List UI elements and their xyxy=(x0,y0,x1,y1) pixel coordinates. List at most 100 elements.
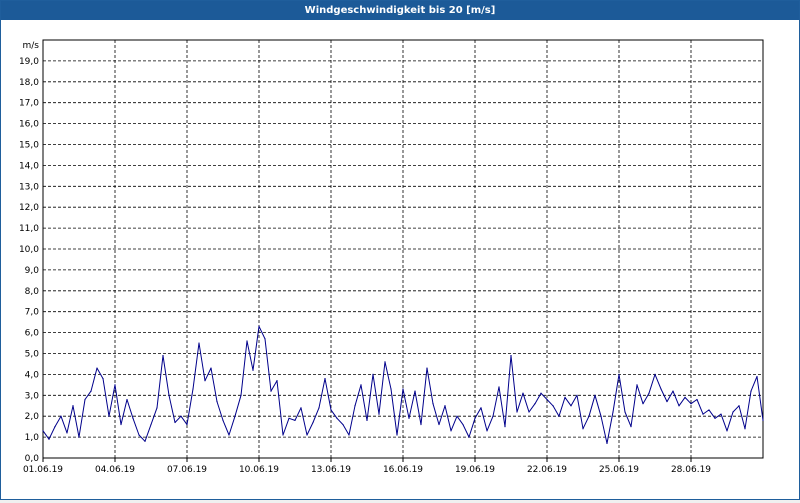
data-point xyxy=(498,386,500,388)
y-tick-label: 15,0 xyxy=(19,141,39,151)
data-point xyxy=(726,430,728,432)
data-point xyxy=(90,390,92,392)
data-point xyxy=(276,380,278,382)
data-point xyxy=(738,405,740,407)
data-point xyxy=(378,413,380,415)
data-point xyxy=(690,403,692,405)
y-tick-label: 8,0 xyxy=(25,287,40,297)
y-tick-label: 13,0 xyxy=(19,182,39,192)
data-point xyxy=(552,405,554,407)
y-tick-label: 5,0 xyxy=(25,350,40,360)
data-point xyxy=(708,409,710,411)
data-point xyxy=(264,338,266,340)
data-point xyxy=(474,417,476,419)
data-point xyxy=(120,423,122,426)
data-point xyxy=(420,423,422,426)
data-point xyxy=(342,423,344,426)
data-point xyxy=(678,405,680,407)
data-point xyxy=(504,426,506,428)
data-point xyxy=(450,430,452,432)
data-point xyxy=(486,430,488,432)
data-point xyxy=(372,373,374,375)
data-point xyxy=(516,411,518,413)
data-point xyxy=(366,419,368,421)
data-point xyxy=(414,390,416,392)
data-point xyxy=(102,377,104,380)
y-tick-label: 1,0 xyxy=(25,433,40,443)
data-point xyxy=(78,436,80,438)
wind-speed-chart: 0,0 1,0 2,0 3,0 4,0 5,0 6,0 7,0 8,0 9,0 10,0 11,0 12… xyxy=(19,39,764,475)
data-point xyxy=(648,392,650,394)
data-point xyxy=(600,415,602,417)
data-point xyxy=(672,390,674,392)
y-tick-label: 19,0 xyxy=(19,57,39,67)
data-point xyxy=(108,415,110,417)
window-title: Windgeschwindigkeit bis 20 [m/s] xyxy=(1,1,799,20)
data-point xyxy=(540,392,542,394)
data-point xyxy=(390,388,392,390)
data-point xyxy=(162,354,164,357)
y-tick-label: 9,0 xyxy=(25,266,40,276)
chart-window: Windgeschwindigkeit bis 20 [m/s] 0,0 1,0 2… xyxy=(0,0,800,500)
data-point xyxy=(288,417,290,419)
x-tick-label: 16.06.19 xyxy=(383,465,423,475)
data-point xyxy=(246,340,248,342)
data-point xyxy=(630,426,632,428)
data-point xyxy=(42,430,44,432)
grid-lines xyxy=(43,39,763,458)
y-tick-label: 18,0 xyxy=(19,78,39,88)
data-point xyxy=(444,405,446,407)
y-tick-label: 4,0 xyxy=(25,370,40,380)
data-point xyxy=(480,407,482,409)
data-point xyxy=(240,394,242,396)
data-point xyxy=(714,417,716,419)
data-point xyxy=(354,405,356,407)
x-tick-label: 04.06.19 xyxy=(95,465,135,475)
data-point xyxy=(156,407,158,409)
x-tick-label: 01.06.19 xyxy=(23,465,63,475)
data-point xyxy=(408,417,410,419)
data-point xyxy=(696,398,698,401)
data-point xyxy=(618,373,620,375)
y-tick-label: 11,0 xyxy=(19,224,39,234)
data-point xyxy=(360,384,362,386)
data-point xyxy=(456,415,458,417)
data-point xyxy=(270,390,272,392)
data-point xyxy=(132,417,134,419)
data-point xyxy=(174,421,176,424)
data-point xyxy=(318,407,320,409)
data-point xyxy=(234,415,236,417)
x-tick-label: 10.06.19 xyxy=(239,465,279,475)
data-point xyxy=(222,419,224,421)
data-point xyxy=(282,434,284,436)
y-tick-label: 7,0 xyxy=(25,308,40,318)
data-point xyxy=(192,388,194,390)
data-point xyxy=(576,394,578,396)
x-tick-label: 22.06.19 xyxy=(527,465,567,475)
data-point xyxy=(438,423,440,426)
data-point xyxy=(660,388,662,390)
data-point xyxy=(402,388,404,390)
y-tick-label: 16,0 xyxy=(19,120,39,130)
data-point xyxy=(654,373,656,375)
y-tick-label: 2,0 xyxy=(25,412,40,422)
data-point xyxy=(84,398,86,401)
y-tick-label: 17,0 xyxy=(19,99,39,109)
data-point xyxy=(138,434,140,436)
data-point xyxy=(168,394,170,396)
data-point xyxy=(258,325,260,327)
data-point xyxy=(636,384,638,386)
y-axis: 0,0 1,0 2,0 3,0 4,0 5,0 6,0 7,0 8,0 9,0 10,0 11,0 12… xyxy=(19,57,39,464)
data-point xyxy=(582,428,584,430)
data-point xyxy=(492,415,494,417)
y-tick-label: 3,0 xyxy=(25,391,40,401)
y-axis-unit-label: m/s xyxy=(23,41,40,51)
data-point xyxy=(468,436,470,438)
data-point xyxy=(60,415,62,417)
x-tick-label: 13.06.19 xyxy=(311,465,351,475)
data-point xyxy=(510,354,512,357)
y-tick-label: 10,0 xyxy=(19,245,39,255)
data-point xyxy=(546,398,548,401)
data-point xyxy=(384,361,386,363)
data-point xyxy=(126,398,128,401)
